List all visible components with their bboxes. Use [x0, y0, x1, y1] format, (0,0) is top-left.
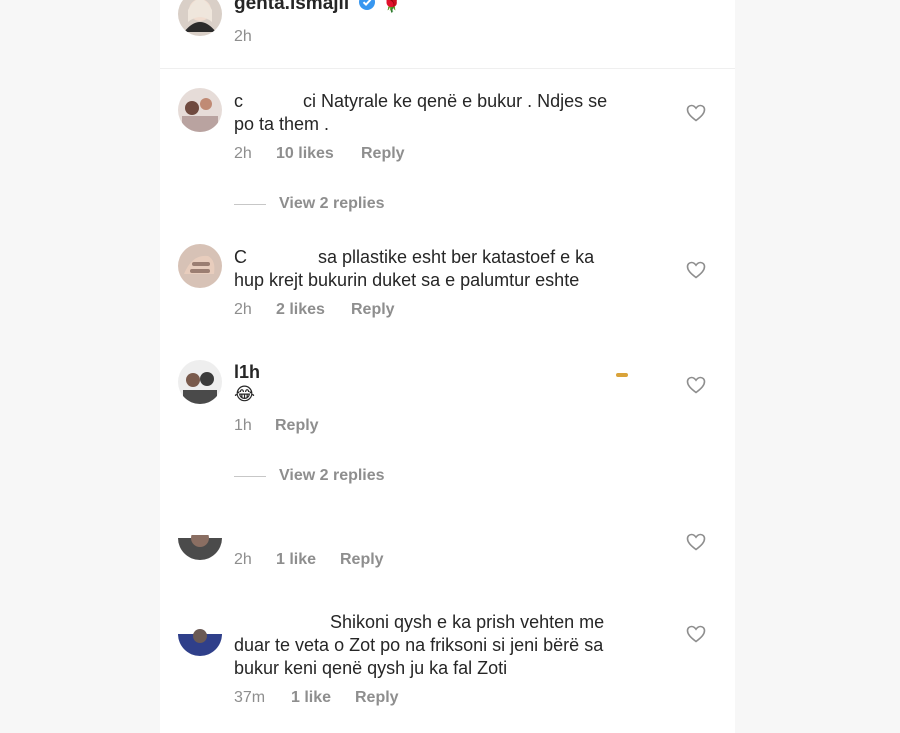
comment-5-text-line3: bukur keni qenë qysh ju ka fal Zoti	[234, 658, 508, 678]
comment-3-like-heart-icon[interactable]	[686, 376, 706, 394]
comment-4-like-heart-icon[interactable]	[686, 533, 706, 551]
comment-1-username[interactable]: c	[234, 90, 243, 113]
comment-1-time: 2h	[234, 145, 252, 162]
comment-4-time: 2h	[234, 551, 252, 568]
comment-3-redaction-mark	[616, 373, 628, 377]
comment-2-username-redaction	[248, 248, 314, 266]
view-replies-line	[234, 204, 266, 205]
comment-4-likes[interactable]: 1 like	[276, 551, 316, 569]
comment-1-text-line1: ci Natyrale ke qenë e bukur . Ndjes se	[303, 91, 608, 111]
comment-1-avatar[interactable]	[178, 88, 222, 132]
comment-2-time: 2h	[234, 301, 252, 318]
comment-5-likes[interactable]: 1 like	[291, 689, 331, 707]
comment-5-reply-button[interactable]: Reply	[355, 689, 399, 707]
comment-3-avatar[interactable]	[178, 360, 222, 404]
view-replies-line	[234, 476, 266, 477]
comment-5-like-heart-icon[interactable]	[686, 625, 706, 643]
comment-2-avatar[interactable]	[178, 244, 222, 288]
comment-5-text-line2: duar te veta o Zot po na friksoni si jen…	[234, 635, 604, 655]
header-divider	[160, 68, 735, 69]
comment-2-reply-button[interactable]: Reply	[351, 301, 395, 319]
comment-2-text-line2: hup krejt bukurin duket sa e palumtur es…	[234, 270, 580, 290]
comment-1-like-heart-icon[interactable]	[686, 104, 706, 122]
comment-2-like-heart-icon[interactable]	[686, 261, 706, 279]
comment-1-reply-button[interactable]: Reply	[361, 145, 405, 163]
comment-2-username[interactable]: C	[234, 246, 247, 269]
comment-3-time: 1h	[234, 417, 252, 434]
comment-3-username[interactable]: l1h	[234, 361, 260, 384]
comment-5-text-line1: Shikoni qysh e ka prish vehten me	[330, 612, 605, 632]
comment-5-avatar-redaction	[170, 600, 310, 628]
comment-1-view-replies[interactable]: View 2 replies	[279, 195, 385, 213]
comment-2-text-line1: sa pllastike esht ber katastoef e ka	[318, 247, 595, 267]
comment-3-emoji: 😂	[234, 384, 256, 404]
comment-4-redaction	[170, 505, 690, 535]
poster-username[interactable]: genta.ismajli	[234, 0, 349, 15]
comment-5-time: 37m	[234, 689, 266, 706]
comment-2-likes[interactable]: 2 likes	[276, 301, 325, 319]
comment-1-likes[interactable]: 10 likes	[276, 145, 334, 163]
comment-4-reply-button[interactable]: Reply	[340, 551, 384, 569]
rose-emoji: 🌹	[381, 0, 403, 13]
post-time: 2h	[234, 28, 252, 45]
verified-badge-icon	[359, 0, 375, 10]
comment-3-reply-button[interactable]: Reply	[275, 417, 319, 435]
comment-3-view-replies[interactable]: View 2 replies	[279, 467, 385, 485]
comment-1-text-line2: po ta them .	[234, 114, 330, 134]
